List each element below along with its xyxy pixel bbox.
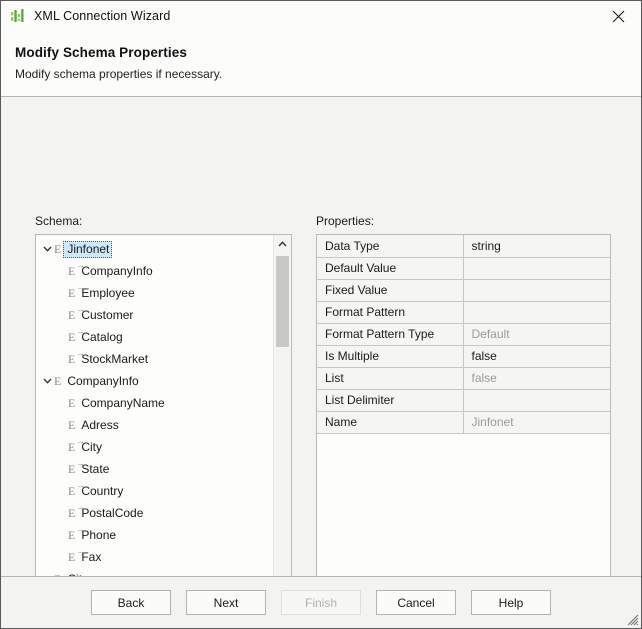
- page-subtitle: Modify schema properties if necessary.: [15, 67, 223, 81]
- tree-item-label: CompanyInfo: [67, 373, 139, 388]
- property-row[interactable]: Is Multiple false: [317, 345, 610, 368]
- tree-item[interactable]: E → State: [36, 458, 273, 480]
- wizard-body: Schema: Properties: E Jinfonet E → CompanyIn…: [1, 97, 641, 626]
- chevron-down-icon[interactable]: [40, 378, 54, 384]
- element-icon: E: [54, 242, 62, 256]
- tree-item-label: Customer: [81, 307, 134, 322]
- element-ref-icon: E →: [68, 326, 85, 344]
- back-button[interactable]: Back: [91, 590, 171, 615]
- chevron-up-icon: [278, 240, 287, 247]
- tree-item[interactable]: E → City: [36, 436, 273, 458]
- tree-item[interactable]: E → Employee: [36, 282, 273, 304]
- element-ref-icon: E →: [68, 502, 85, 520]
- element-ref-icon: E →: [68, 260, 85, 278]
- tree-item-label: CompanyName: [81, 395, 165, 410]
- schema-tree-panel: E Jinfonet E → CompanyInfo E → Employee E → Custom…: [35, 234, 292, 626]
- schema-tree[interactable]: E Jinfonet E → CompanyInfo E → Employee E → Custom…: [36, 235, 273, 625]
- element-icon: E: [54, 374, 62, 388]
- tree-item[interactable]: E → CompanyInfo: [36, 260, 273, 282]
- page-title: Modify Schema Properties: [15, 45, 187, 60]
- property-value[interactable]: [463, 257, 610, 280]
- tree-item[interactable]: E → StockMarket: [36, 348, 273, 370]
- element-ref-icon: E →: [68, 348, 85, 366]
- property-name: Format Pattern: [317, 301, 464, 324]
- scrollbar-thumb[interactable]: [276, 256, 289, 347]
- tree-item-label: Employee: [81, 285, 135, 300]
- tree-item[interactable]: E → PostalCode: [36, 502, 273, 524]
- tree-item[interactable]: E → Catalog: [36, 326, 273, 348]
- bar-chart-icon: [10, 8, 26, 24]
- tree-item[interactable]: E Jinfonet: [36, 238, 273, 260]
- property-value[interactable]: Jinfonet: [463, 411, 610, 434]
- tree-item-label: CompanyInfo: [81, 263, 153, 278]
- cancel-button[interactable]: Cancel: [376, 590, 456, 615]
- property-name: Default Value: [317, 257, 464, 280]
- wizard-header: Modify Schema Properties Modify schema p…: [1, 31, 641, 97]
- property-value[interactable]: Default: [463, 323, 610, 346]
- property-name: Is Multiple: [317, 345, 464, 368]
- tree-item[interactable]: E → Customer: [36, 304, 273, 326]
- window-title: XML Connection Wizard: [34, 9, 171, 23]
- tree-item[interactable]: E CompanyInfo: [36, 370, 273, 392]
- property-row[interactable]: List Delimiter: [317, 389, 610, 412]
- xml-connection-wizard-dialog: XML Connection Wizard Modify Schema Prop…: [0, 0, 642, 629]
- property-row[interactable]: Fixed Value: [317, 279, 610, 302]
- property-row[interactable]: Default Value: [317, 257, 610, 280]
- property-row[interactable]: List false: [317, 367, 610, 390]
- element-icon: E: [68, 396, 76, 410]
- element-icon: E: [68, 418, 76, 432]
- resize-grip-icon: [625, 612, 639, 626]
- element-ref-icon: E →: [68, 282, 85, 300]
- property-value[interactable]: [463, 389, 610, 412]
- wizard-footer: Back Next Finish Cancel Help: [1, 576, 641, 628]
- element-ref-icon: E →: [68, 436, 85, 454]
- element-ref-icon: E →: [68, 458, 85, 476]
- property-value[interactable]: [463, 301, 610, 324]
- property-value[interactable]: string: [463, 235, 610, 258]
- help-button[interactable]: Help: [471, 590, 551, 615]
- scrollbar-up-button[interactable]: [274, 235, 291, 252]
- property-row[interactable]: Format Pattern Type Default: [317, 323, 610, 346]
- tree-item[interactable]: E CompanyName: [36, 392, 273, 414]
- element-ref-icon: E →: [68, 480, 85, 498]
- tree-item-label: PostalCode: [81, 505, 144, 520]
- schema-tree-scrollbar[interactable]: [273, 235, 291, 625]
- property-value[interactable]: false: [463, 345, 610, 368]
- property-row[interactable]: Name Jinfonet: [317, 411, 610, 434]
- title-bar: XML Connection Wizard: [1, 1, 641, 31]
- element-ref-icon: E →: [68, 524, 85, 542]
- properties-table: Data Type string Default Value Fixed Value F…: [317, 235, 610, 434]
- tree-item[interactable]: E Adress: [36, 414, 273, 436]
- properties-panel-label: Properties:: [316, 214, 375, 228]
- close-icon: [612, 10, 625, 23]
- property-name: Format Pattern Type: [317, 323, 464, 346]
- tree-item[interactable]: E → Country: [36, 480, 273, 502]
- property-row[interactable]: Format Pattern: [317, 301, 610, 324]
- finish-button: Finish: [281, 590, 361, 615]
- element-ref-icon: E →: [68, 304, 85, 322]
- close-button[interactable]: [596, 1, 641, 31]
- property-name: Fixed Value: [317, 279, 464, 302]
- tree-item[interactable]: E → Phone: [36, 524, 273, 546]
- next-button[interactable]: Next: [186, 590, 266, 615]
- chevron-down-icon[interactable]: [40, 246, 54, 252]
- tree-item[interactable]: E → Fax: [36, 546, 273, 568]
- property-name: List: [317, 367, 464, 390]
- properties-panel: Data Type string Default Value Fixed Value F…: [316, 234, 611, 626]
- tree-item-label: StockMarket: [81, 351, 149, 366]
- property-value[interactable]: [463, 279, 610, 302]
- property-row[interactable]: Data Type string: [317, 235, 610, 258]
- scrollbar-track[interactable]: [274, 252, 291, 608]
- property-name: Data Type: [317, 235, 464, 258]
- property-name: List Delimiter: [317, 389, 464, 412]
- tree-item-label: Adress: [81, 417, 119, 432]
- schema-panel-label: Schema:: [35, 214, 83, 228]
- element-ref-icon: E →: [68, 546, 85, 564]
- property-name: Name: [317, 411, 464, 434]
- property-value[interactable]: false: [463, 367, 610, 390]
- tree-item-label: Jinfonet: [63, 240, 113, 258]
